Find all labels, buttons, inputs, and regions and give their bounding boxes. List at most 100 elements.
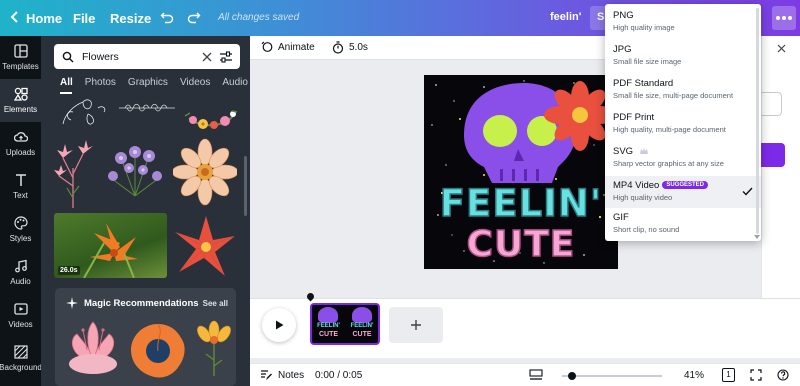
rail-item-templates[interactable]: Templates — [0, 36, 41, 79]
animate-button[interactable]: Animate — [261, 41, 315, 53]
home-button[interactable]: Home — [26, 11, 62, 26]
plus-icon — [411, 320, 421, 330]
file-type-option-svg[interactable]: SVG Sharp vector graphics at any size — [605, 146, 761, 168]
side-rail: Templates Elements Uploads Text Styles A… — [0, 36, 42, 386]
design-text-feelin[interactable]: FEELIN' — [424, 182, 618, 226]
file-type-option-mp4-video[interactable]: MP4 Video SUGGESTED High quality video — [605, 176, 761, 208]
tab-graphics[interactable]: Graphics — [128, 77, 168, 88]
duration-button[interactable]: 5.0s — [332, 41, 368, 54]
back-chevron-icon[interactable] — [10, 10, 20, 27]
rail-label: Styles — [9, 234, 32, 243]
option-title: PDF Standard — [613, 78, 674, 89]
zoom-percent[interactable]: 41% — [684, 370, 704, 381]
animate-icon — [261, 41, 273, 52]
rail-item-audio[interactable]: Audio — [0, 251, 41, 294]
more-options-button[interactable] — [772, 6, 796, 30]
notes-icon — [261, 370, 272, 380]
add-page-button[interactable] — [389, 307, 443, 343]
peach-daisy-graphic[interactable] — [173, 138, 237, 206]
flower-sketch-graphic[interactable] — [53, 94, 113, 130]
page-count-button[interactable]: 1 — [722, 368, 735, 382]
rail-item-uploads[interactable]: Uploads — [0, 122, 41, 165]
scroll-down-arrow-icon[interactable] — [754, 235, 760, 239]
option-title: MP4 Video — [613, 180, 660, 191]
design-canvas[interactable]: FEELIN' CUTE — [424, 75, 618, 269]
search-input[interactable]: Flowers — [82, 51, 202, 63]
search-box[interactable]: Flowers — [54, 44, 240, 69]
option-subtitle: High quality, multi-page document — [613, 125, 726, 134]
file-type-option-pdf-standard[interactable]: PDF Standard Small file size, multi-page… — [605, 78, 761, 100]
botanical-lineart-graphic[interactable] — [117, 94, 177, 118]
rail-label: Elements — [3, 105, 38, 114]
tab-photos[interactable]: Photos — [85, 77, 116, 88]
suggested-badge: SUGGESTED — [662, 181, 708, 190]
pink-lily-graphic[interactable] — [53, 138, 95, 210]
play-button[interactable] — [262, 308, 296, 342]
filter-sliders-icon[interactable] — [220, 50, 232, 63]
thumbnail-frame: FEELIN' CUTE — [312, 305, 345, 343]
undo-icon[interactable] — [160, 10, 174, 27]
ellipsis-icon — [776, 16, 792, 20]
orange-lily-video[interactable]: 26.0s — [54, 213, 167, 278]
option-subtitle: High quality video — [613, 193, 673, 202]
document-title[interactable]: feelin' — [550, 11, 581, 23]
tab-videos[interactable]: Videos — [180, 77, 210, 88]
rail-item-background[interactable]: Background — [0, 337, 42, 380]
redo-icon[interactable] — [187, 10, 201, 27]
rail-label: Templates — [2, 62, 39, 71]
clear-x-icon[interactable] — [202, 52, 212, 62]
close-icon[interactable] — [777, 44, 786, 53]
tab-audio[interactable]: Audio — [222, 77, 248, 88]
rail-item-text[interactable]: Text — [0, 165, 41, 208]
tab-all[interactable]: All — [60, 77, 73, 88]
duration-label: 5.0s — [349, 42, 368, 53]
timeline: FEELIN' CUTE FEELIN' CUTE — [250, 291, 800, 358]
notes-button[interactable]: Notes — [260, 369, 304, 381]
file-type-option-gif[interactable]: GIF Short clip, no sound — [605, 212, 761, 234]
video-play-icon — [13, 303, 28, 315]
notes-label: Notes — [278, 369, 305, 381]
flower-wreath-graphic[interactable] — [181, 94, 241, 132]
rail-label: Videos — [8, 320, 33, 329]
timeline-page-thumbnail[interactable]: FEELIN' CUTE FEELIN' CUTE — [310, 303, 380, 345]
see-all-link[interactable]: See all — [203, 299, 228, 308]
rail-item-styles[interactable]: Styles — [0, 208, 41, 251]
rail-item-videos[interactable]: Videos — [0, 294, 41, 337]
purple-flowers-graphic[interactable] — [101, 138, 169, 198]
option-subtitle: Sharp vector graphics at any size — [613, 159, 724, 168]
templates-icon — [13, 44, 28, 58]
timeline-view-icon[interactable] — [529, 369, 543, 381]
media-tabs: All Photos Graphics Videos Audio — [60, 77, 248, 88]
rail-label: Background — [0, 363, 42, 372]
file-menu-button[interactable]: File — [73, 11, 95, 26]
rail-item-elements[interactable]: Elements — [0, 79, 41, 122]
fullscreen-icon[interactable] — [750, 369, 762, 381]
option-subtitle: Small file size image — [613, 57, 682, 66]
animate-label: Animate — [278, 41, 315, 53]
orange-ring-flower-graphic[interactable] — [129, 322, 187, 380]
rail-label: Text — [13, 191, 28, 200]
zoom-slider-thumb[interactable] — [567, 372, 576, 380]
dropdown-scrollbar[interactable] — [756, 8, 759, 234]
file-type-option-jpg[interactable]: JPG Small file size image — [605, 44, 761, 66]
bottom-bar: Notes 0:00 / 0:05 41% 1 — [250, 363, 800, 386]
option-title-row: MP4 Video SUGGESTED — [613, 180, 761, 191]
help-question-icon[interactable] — [777, 369, 789, 381]
zoom-slider[interactable] — [562, 372, 662, 380]
resize-button[interactable]: Resize — [110, 11, 151, 26]
yellow-flower-graphic[interactable] — [196, 320, 232, 376]
magic-title: Magic Recommendations — [84, 298, 199, 309]
file-type-option-png[interactable]: PNG High quality image — [605, 10, 761, 32]
shapes-icon — [13, 87, 28, 101]
file-type-dropdown: PNG High quality image JPG Small file si… — [605, 4, 761, 241]
pink-flower-graphic[interactable] — [63, 320, 123, 378]
option-title: JPG — [613, 44, 632, 55]
download-button-edge[interactable] — [760, 143, 785, 167]
music-note-icon — [14, 259, 27, 273]
file-type-select-edge[interactable] — [760, 92, 782, 116]
palette-icon — [13, 216, 28, 230]
red-star-flower-graphic[interactable] — [171, 214, 241, 280]
file-type-option-pdf-print[interactable]: PDF Print High quality, multi-page docum… — [605, 112, 761, 134]
design-text-cute[interactable]: CUTE — [424, 224, 618, 266]
option-subtitle: Short clip, no sound — [613, 225, 680, 234]
